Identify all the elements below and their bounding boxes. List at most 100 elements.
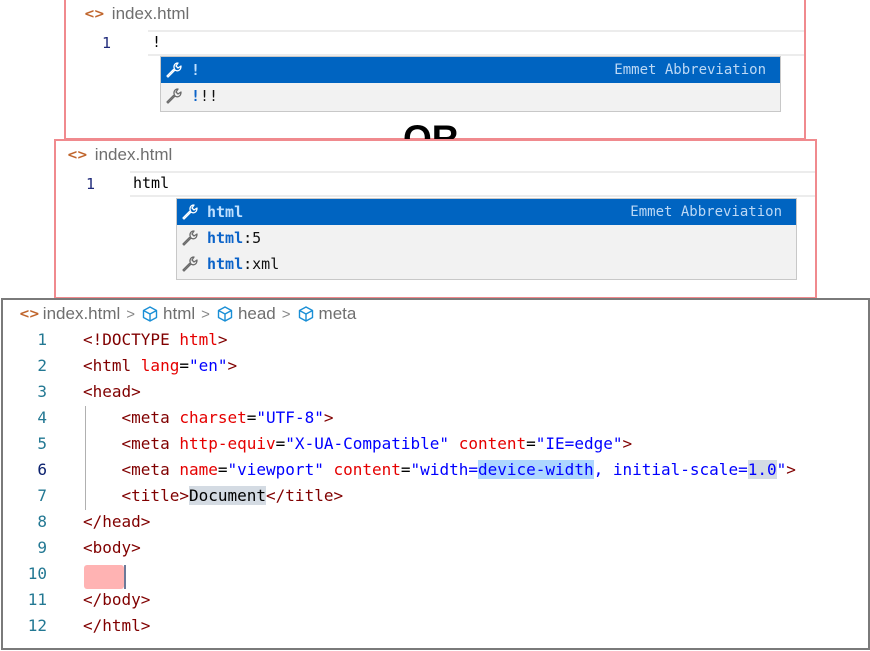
breadcrumb-item-index-html[interactable]: <> index.html	[19, 304, 120, 324]
code-token: 1.0	[747, 460, 777, 479]
code-token: "X-UA-Compatible"	[285, 434, 450, 453]
code-token: </body>	[83, 590, 151, 609]
suggestion-match: html	[207, 203, 244, 221]
current-line-highlight	[130, 171, 815, 197]
line-number: 11	[27, 590, 47, 609]
code-token: </title>	[266, 486, 344, 505]
suggestion-item[interactable]: ! Emmet Abbreviation	[161, 57, 780, 83]
code-line[interactable]: 5 <meta http-equiv="X-UA-Compatible" con…	[3, 434, 868, 460]
code-token: , initial-scale=	[593, 460, 748, 479]
code-token: >	[622, 434, 633, 453]
wrench-icon	[181, 228, 201, 248]
breadcrumb-separator: >	[126, 305, 136, 323]
line-text: </head>	[83, 512, 150, 531]
suggestion-detail: Emmet Abbreviation	[630, 204, 782, 220]
typed-text[interactable]: html	[133, 174, 169, 192]
line-text: <html lang="en">	[83, 356, 237, 375]
suggestion-item[interactable]: html Emmet Abbreviation	[177, 199, 796, 225]
file-name: index.html	[94, 145, 173, 164]
wrench-icon	[165, 86, 185, 106]
breadcrumb-item-meta[interactable]: meta	[297, 304, 356, 324]
code-token: </head>	[83, 512, 151, 531]
line-number: 8	[37, 512, 47, 531]
code-line[interactable]: 2 <html lang="en">	[3, 356, 868, 382]
code-token: >	[323, 408, 334, 427]
line-text: <body>	[83, 538, 141, 557]
breadcrumb-item-head[interactable]: head	[216, 304, 276, 324]
breadcrumb-label: head	[237, 304, 276, 323]
code-line[interactable]: 12 </html>	[3, 616, 868, 642]
suggestion-match: html	[207, 229, 244, 247]
code-file-icon: <>	[67, 147, 88, 163]
code-token: "IE=edge"	[535, 434, 623, 453]
code-token: <body>	[83, 538, 141, 557]
code-line[interactable]: 8 </head>	[3, 512, 868, 538]
code-token: html	[179, 330, 218, 349]
tab-stop-placeholder	[84, 565, 124, 589]
code-line[interactable]: 6 <meta name="viewport" content="width=d…	[3, 460, 868, 486]
breadcrumb-label: html	[163, 304, 196, 323]
wrench-icon	[181, 254, 201, 274]
line-text: <title>Document</title>	[83, 486, 343, 505]
code-token: <!DOCTYPE	[83, 330, 180, 349]
suggestion-detail: Emmet Abbreviation	[614, 62, 766, 78]
code-token: "UTF-8"	[256, 408, 324, 427]
code-line[interactable]: 3 <head>	[3, 382, 868, 408]
wrench-icon	[165, 60, 185, 80]
code-token: =	[400, 460, 411, 479]
line-text: </body>	[83, 590, 150, 609]
code-line[interactable]: 10	[3, 564, 868, 590]
code-token: name	[179, 460, 218, 479]
suggestion-item[interactable]: !!!	[161, 83, 780, 109]
line-number: 1	[86, 175, 96, 193]
code-file-icon: <>	[84, 6, 105, 22]
file-tab[interactable]: <> index.html	[67, 145, 172, 165]
line-text: <head>	[83, 382, 141, 401]
cube-icon	[297, 305, 315, 323]
code-token: content	[458, 434, 527, 453]
typed-text[interactable]: !	[152, 33, 161, 51]
suggestion-item[interactable]: html:5	[177, 225, 796, 251]
code-token: <meta	[121, 408, 180, 427]
suggestion-match: html	[207, 255, 244, 273]
breadcrumb: <> index.html > html > head > meta	[19, 304, 356, 324]
editor-panel-result: <> index.html > html > head > meta 1 <!DOCTYPE h…	[1, 298, 870, 650]
suggestion-widget: html Emmet Abbreviation html:5 html:xml	[176, 198, 797, 280]
breadcrumb-separator: >	[201, 305, 210, 323]
code-token: "viewport"	[227, 460, 324, 479]
code-line[interactable]: 7 <title>Document</title>	[3, 486, 868, 512]
wrench-icon	[181, 202, 201, 222]
code-token: =	[246, 408, 257, 427]
code-token: <meta	[121, 434, 180, 453]
code-token: "width=	[410, 460, 478, 479]
code-line[interactable]: 11 </body>	[3, 590, 868, 616]
line-number: 6	[37, 460, 47, 479]
code-line[interactable]: 4 <meta charset="UTF-8">	[3, 408, 868, 434]
code-token: >	[786, 460, 796, 479]
cube-icon	[216, 305, 234, 323]
line-text: <meta name="viewport" content="width=dev…	[83, 460, 796, 479]
breadcrumb-item-html[interactable]: html	[141, 304, 195, 324]
suggestion-item[interactable]: html:xml	[177, 251, 796, 277]
code-line[interactable]: 9 <body>	[3, 538, 868, 564]
suggestion-match: !	[191, 61, 201, 79]
code-line[interactable]: 1 <!DOCTYPE html>	[3, 330, 868, 356]
line-number: 1	[37, 330, 47, 349]
code-token: >	[227, 356, 238, 375]
line-number: 10	[27, 564, 47, 583]
line-number: 7	[37, 486, 47, 505]
file-tab[interactable]: <> index.html	[84, 4, 189, 24]
cube-icon	[141, 305, 159, 323]
line-number: 1	[102, 34, 112, 52]
line-text: </html>	[83, 616, 150, 635]
suggestion-widget: ! Emmet Abbreviation!!!	[160, 56, 781, 112]
line-number: 5	[37, 434, 47, 453]
code-token: </html>	[83, 616, 151, 635]
code-token: <head>	[83, 382, 141, 401]
code-token: >	[217, 330, 228, 349]
code-token: Document	[188, 486, 267, 505]
current-line-highlight	[148, 30, 804, 56]
code-token: http-equiv	[179, 434, 276, 453]
code-token: lang	[140, 356, 180, 375]
